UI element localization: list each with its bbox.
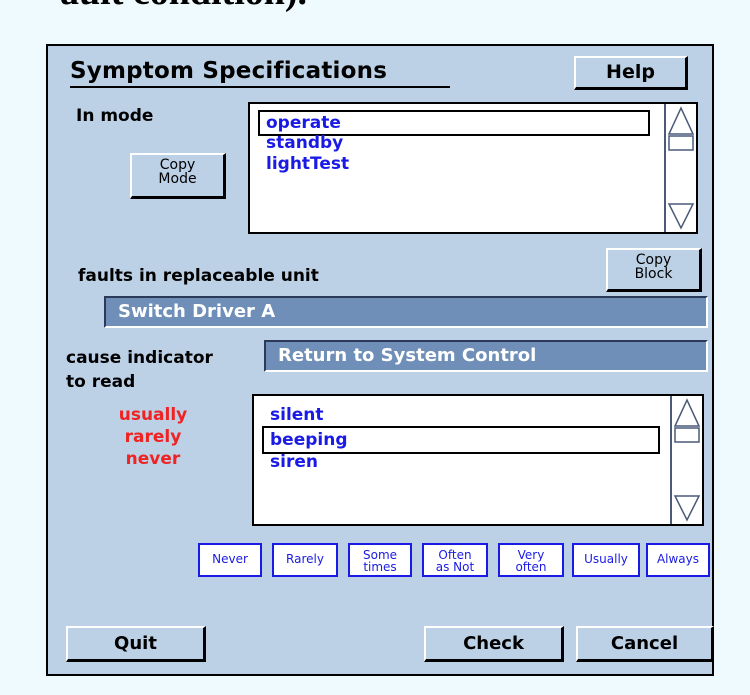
cause-indicator-label: cause indicator: [66, 348, 213, 368]
scroll-up-arrow-icon: [673, 398, 701, 427]
freq-often-line2: as Not: [435, 560, 475, 574]
freq-sometimes-line2: times: [363, 560, 397, 574]
dialog-title: Symptom Specifications: [70, 58, 450, 88]
copy-mode-label-line2: Mode: [158, 171, 197, 187]
reading-item-silent[interactable]: silent: [270, 405, 324, 425]
scroll-down-arrow-icon: [667, 203, 695, 230]
freq-very-often-button[interactable]: Very often: [498, 543, 564, 577]
scroll-up-arrow-icon: [667, 106, 695, 135]
freq-always-button[interactable]: Always: [646, 543, 710, 577]
mode-scrollbar-graphic: [667, 106, 695, 230]
freq-usually-button[interactable]: Usually: [572, 543, 640, 577]
cause-indicator-field[interactable]: Return to System Control: [264, 340, 708, 372]
mode-item-operate[interactable]: operate: [266, 113, 341, 133]
symptom-specifications-dialog: Symptom Specifications Help In mode Copy…: [46, 44, 714, 676]
to-read-label: to read: [66, 372, 136, 392]
copy-mode-button[interactable]: Copy Mode: [130, 153, 226, 199]
cancel-button[interactable]: Cancel: [576, 626, 714, 662]
frequency-labels: usually rarely never: [98, 404, 208, 470]
freq-never-button[interactable]: Never: [198, 543, 262, 577]
copy-mode-label-line1: Copy: [159, 157, 196, 173]
freq-often-as-not-button[interactable]: Often as Not: [422, 543, 488, 577]
reading-scrollbar-graphic: [673, 398, 701, 522]
freq-very-often-line2: often: [515, 560, 547, 574]
copy-block-label-line1: Copy: [635, 252, 672, 268]
freq-never: never: [125, 449, 181, 469]
mode-item-lighttest[interactable]: lightTest: [266, 154, 349, 174]
mode-scrollbar[interactable]: [664, 104, 696, 232]
copy-block-button[interactable]: Copy Block: [606, 248, 702, 292]
reading-list: silent beeping siren: [252, 394, 704, 526]
copy-block-label-line2: Block: [634, 266, 673, 282]
scroll-thumb: [674, 427, 700, 443]
help-button[interactable]: Help: [574, 56, 688, 90]
mode-item-standby[interactable]: standby: [266, 133, 343, 153]
in-mode-label: In mode: [76, 106, 154, 126]
reading-item-siren[interactable]: siren: [270, 452, 318, 472]
check-button[interactable]: Check: [424, 626, 564, 662]
scroll-thumb: [668, 135, 694, 151]
freq-sometimes-button[interactable]: Some times: [348, 543, 412, 577]
faults-in-unit-label: faults in replaceable unit: [78, 266, 319, 286]
mode-list: operate standby lightTest: [248, 102, 698, 234]
reading-item-beeping[interactable]: beeping: [270, 430, 348, 450]
freq-rarely: rarely: [124, 427, 182, 447]
replaceable-unit-field[interactable]: Switch Driver A: [104, 296, 708, 328]
scroll-down-arrow-icon: [673, 495, 701, 522]
caption-text: ault condition).: [60, 0, 307, 14]
quit-button[interactable]: Quit: [66, 626, 206, 662]
reading-scrollbar[interactable]: [670, 396, 702, 524]
freq-usually: usually: [118, 405, 188, 425]
freq-rarely-button[interactable]: Rarely: [272, 543, 338, 577]
